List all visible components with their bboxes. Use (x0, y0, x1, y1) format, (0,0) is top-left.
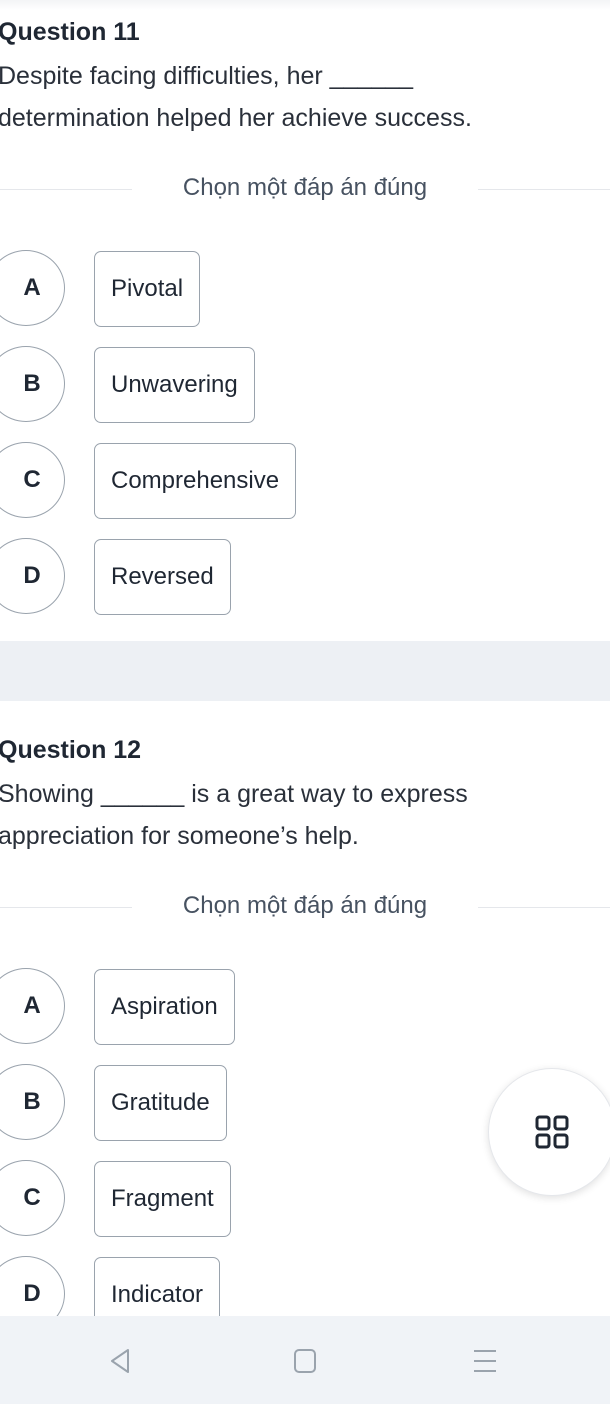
option-letter-circle[interactable]: A (0, 250, 65, 326)
option-letter: B (23, 370, 41, 397)
instruction-divider: Chọn một đáp án đúng (0, 892, 610, 922)
divider-line (478, 189, 610, 190)
option-answer-box[interactable]: Unwavering (94, 347, 255, 423)
question-title: Question 12 (0, 736, 142, 764)
option-letter-circle[interactable]: B (0, 346, 65, 422)
nav-home-button[interactable] (280, 1336, 330, 1386)
option-letter: C (23, 466, 41, 493)
option-letter: D (23, 1280, 41, 1307)
nav-back-button[interactable] (96, 1336, 146, 1386)
option-letter-circle[interactable]: C (0, 442, 65, 518)
option-letter-circle[interactable]: C (0, 1160, 65, 1236)
question-text: Showing ______ is a great way to express… (0, 773, 598, 857)
instruction-label: Chọn một đáp án đúng (182, 892, 428, 919)
question-text-line: Despite facing difficulties, her ______ (0, 62, 414, 90)
option-answer-box[interactable]: Pivotal (94, 251, 201, 327)
option-answer-box[interactable]: Reversed (94, 539, 231, 615)
option-letter-circle[interactable]: A (0, 968, 65, 1044)
divider-line (478, 907, 610, 908)
option-letter: A (23, 274, 41, 301)
option-letter: C (23, 1184, 41, 1211)
menu-icon (474, 1350, 496, 1372)
option-answer-box[interactable]: Comprehensive (94, 443, 297, 519)
option-answer-box[interactable]: Aspiration (94, 969, 235, 1045)
option-letter: D (23, 562, 41, 589)
back-icon (111, 1349, 129, 1373)
option-answer-box[interactable]: Fragment (94, 1161, 231, 1237)
grid-icon (535, 1115, 569, 1149)
instruction-label: Chọn một đáp án đúng (182, 174, 428, 201)
instruction-divider: Chọn một đáp án đúng (0, 174, 610, 204)
option-letter-circle[interactable]: B (0, 1064, 65, 1140)
option-letter-circle[interactable]: D (0, 538, 65, 614)
question-text: Despite facing difficulties, her ______ … (0, 55, 598, 139)
nav-menu-button[interactable] (460, 1336, 510, 1386)
system-nav-bar (0, 1316, 610, 1404)
status-bar-fade (0, 0, 610, 10)
option-answer-box[interactable]: Gratitude (94, 1065, 227, 1141)
option-letter: A (23, 992, 41, 1019)
question-text-line: Showing ______ is a great way to express (0, 780, 468, 808)
question-text-line: determination helped her achieve success… (0, 104, 472, 132)
home-icon (294, 1349, 316, 1373)
option-letter: B (23, 1088, 41, 1115)
question-grid-button[interactable] (488, 1068, 610, 1196)
question-text-line: appreciation for someone’s help. (0, 822, 359, 850)
question-separator (0, 641, 610, 701)
question-title: Question 11 (0, 18, 140, 46)
